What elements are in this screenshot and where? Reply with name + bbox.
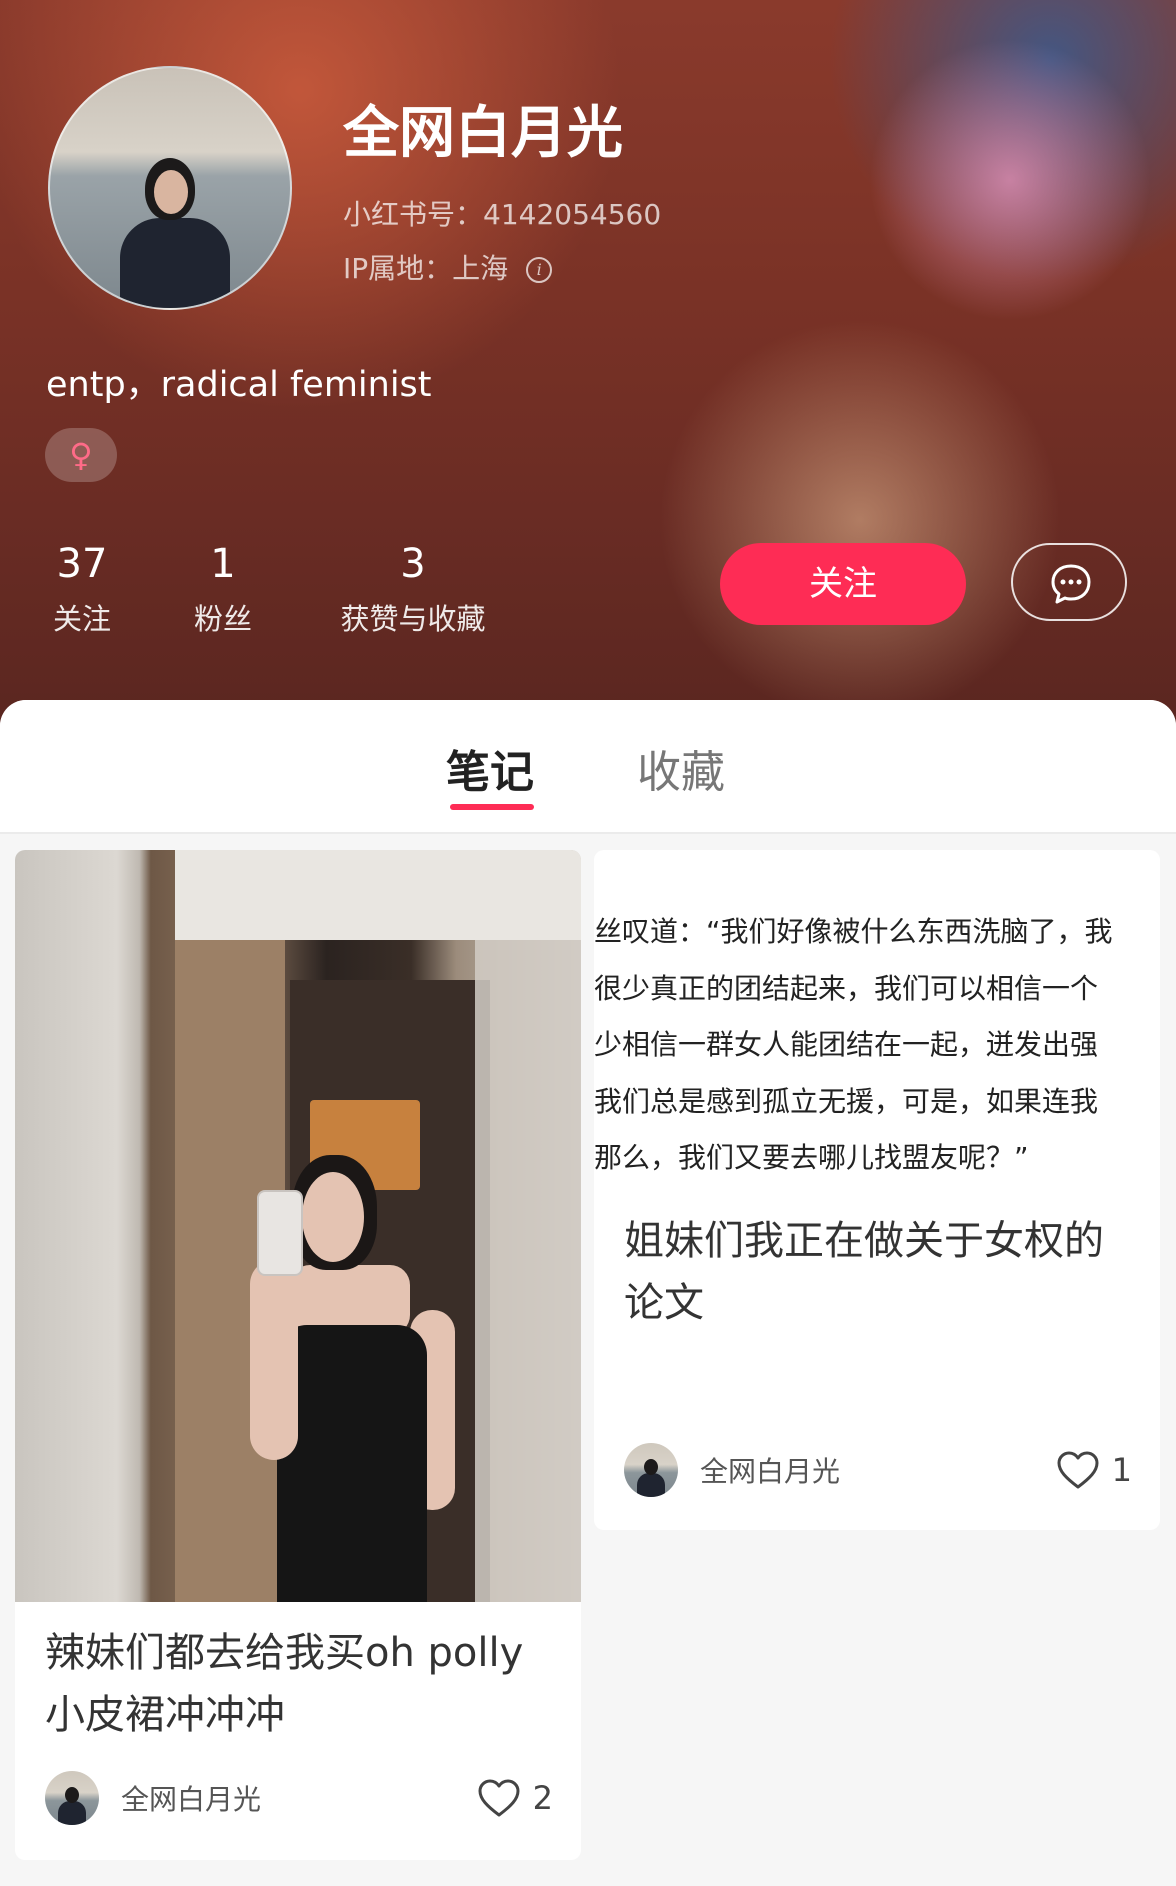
avatar-figure-body xyxy=(120,218,230,308)
cover-text-line: 很少真正的团结起来，我们可以相信一个 xyxy=(594,971,1099,1005)
active-tab-indicator xyxy=(450,804,534,810)
avatar-mini-body xyxy=(58,1801,86,1825)
chat-bubble-icon xyxy=(1051,564,1091,604)
note-author[interactable]: 全网白月光 xyxy=(624,1442,840,1498)
stat-likes-label: 获赞与收藏 xyxy=(340,602,486,636)
stat-following[interactable]: 37 关注 xyxy=(48,540,116,638)
avatar xyxy=(624,1443,678,1497)
author-name: 全网白月光 xyxy=(700,1455,841,1488)
tab-notes[interactable]: 笔记 xyxy=(446,736,534,800)
profile-avatar[interactable] xyxy=(48,66,292,310)
stat-fans-count: 1 xyxy=(210,541,236,587)
note-author[interactable]: 全网白月光 xyxy=(45,1770,261,1826)
note-cover-text[interactable]: 丝叹道：“我们好像被什么东西洗脑了，我 很少真正的团结起来，我们可以相信一个 少… xyxy=(594,904,1160,1174)
avatar xyxy=(45,1771,99,1825)
photo-dress xyxy=(277,1325,427,1602)
stat-fans[interactable]: 1 粉丝 xyxy=(190,540,256,638)
info-icon[interactable]: i xyxy=(526,257,553,283)
avatar-mini-body xyxy=(637,1473,665,1497)
cover-text-line: 少相信一群女人能团结在一起，迸发出强 xyxy=(594,1028,1099,1061)
cover-text-line: 那么，我们又要去哪儿找盟友呢？” xyxy=(594,1141,1029,1174)
note-title[interactable]: 辣妹们都去给我买oh polly小皮裙冲冲冲 xyxy=(45,1622,555,1746)
tab-collections[interactable]: 收藏 xyxy=(637,736,725,800)
note-title[interactable]: 姐妹们我正在做关于女权的论文 xyxy=(624,1210,1134,1334)
photo-face xyxy=(302,1172,364,1262)
photo-ceiling xyxy=(175,850,581,940)
note-card[interactable]: 辣妹们都去给我买oh polly小皮裙冲冲冲 全网白月光 2 xyxy=(15,850,581,1860)
avatar-figure-face xyxy=(154,170,188,214)
tab-bar: 笔记 收藏 xyxy=(0,700,1176,834)
profile-header: 全网白月光 小红书号：4142054560 IP属地：上海 i entp，radi… xyxy=(0,0,1176,730)
heart-icon xyxy=(1057,1451,1099,1489)
stat-following-count: 37 xyxy=(56,541,108,587)
content-panel: 笔记 收藏 辣妹们都去给我买oh polly小皮裙冲冲冲 全网白月光 2 丝叹道… xyxy=(0,700,1176,1886)
photo-glass-panel xyxy=(475,940,581,1602)
profile-ip-location: IP属地：上海 i xyxy=(343,247,553,287)
profile-username: 全网白月光 xyxy=(343,101,623,166)
author-name: 全网白月光 xyxy=(121,1783,262,1816)
note-card[interactable]: 丝叹道：“我们好像被什么东西洗脑了，我 很少真正的团结起来，我们可以相信一个 少… xyxy=(594,850,1160,1530)
profile-bio: entp，radical feminist xyxy=(46,365,432,405)
like-button[interactable]: 2 xyxy=(477,1770,553,1826)
like-count: 1 xyxy=(1111,1451,1132,1489)
cover-text-line: 丝叹道：“我们好像被什么东西洗脑了，我 xyxy=(594,915,1113,948)
note-cover-photo[interactable] xyxy=(15,850,581,1602)
ip-location-text: IP属地：上海 xyxy=(343,252,509,285)
cover-text-line: 我们总是感到孤立无援，可是，如果连我 xyxy=(594,1084,1099,1118)
like-button[interactable]: 1 xyxy=(1056,1442,1132,1498)
stat-likes-collections[interactable]: 3 获赞与收藏 xyxy=(330,540,496,638)
heart-icon xyxy=(478,1779,520,1817)
female-gender-icon: ♀ xyxy=(45,428,117,482)
stat-likes-count: 3 xyxy=(400,541,426,587)
photo-phone xyxy=(257,1190,303,1276)
follow-button[interactable]: 关注 xyxy=(720,543,966,625)
profile-redbook-id: 小红书号：4142054560 xyxy=(343,198,662,231)
stat-fans-label: 粉丝 xyxy=(193,602,252,636)
like-count: 2 xyxy=(532,1779,553,1817)
stat-following-label: 关注 xyxy=(52,602,111,636)
avatar-mini-head xyxy=(65,1787,79,1803)
message-button[interactable] xyxy=(1011,543,1127,621)
photo-arm xyxy=(250,1260,298,1460)
avatar-mini-head xyxy=(644,1459,658,1475)
